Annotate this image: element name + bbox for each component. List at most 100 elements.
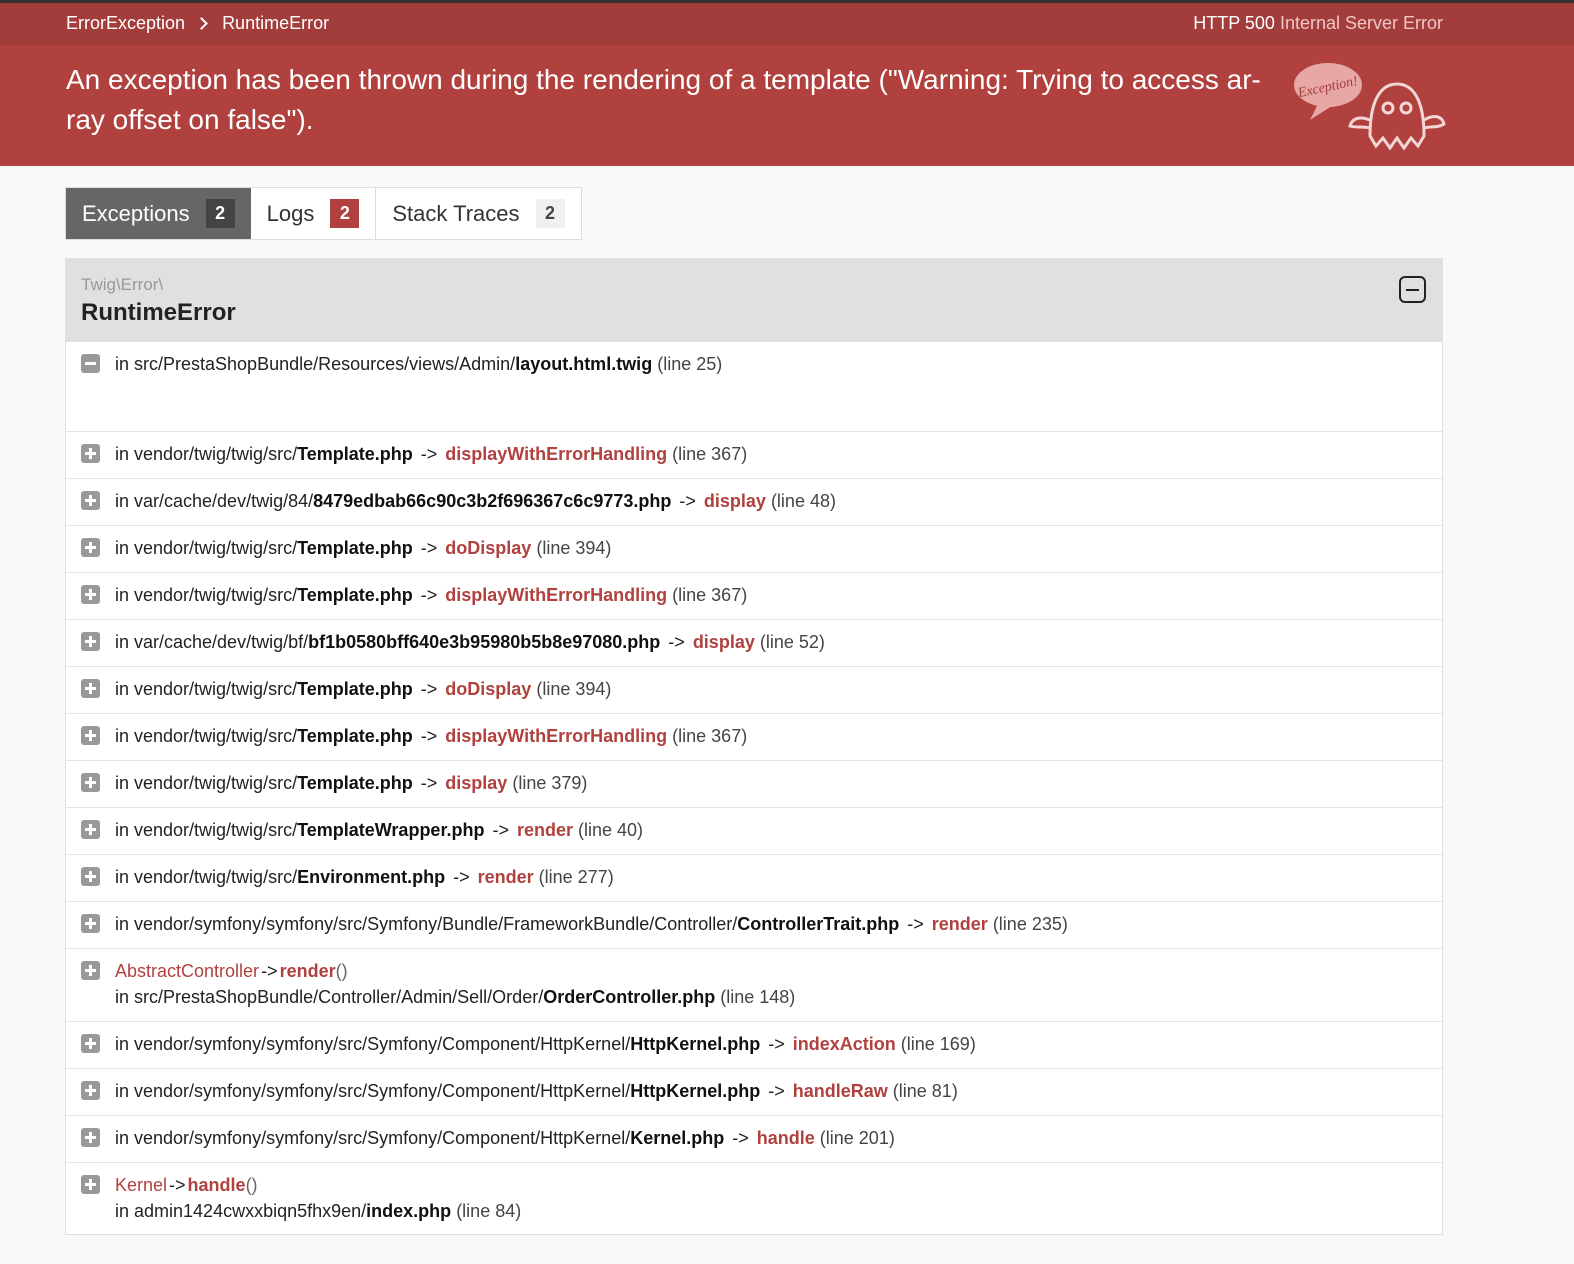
trace-parens: (): [245, 1175, 258, 1195]
tab-label: Logs: [266, 200, 315, 226]
error-header: ErrorException RuntimeError HTTP 500 Int…: [0, 3, 1574, 166]
expand-trace-icon[interactable]: [81, 444, 100, 463]
tab-logs[interactable]: Logs 2: [251, 188, 377, 239]
trace-row[interactable]: in vendor/twig/twig/src/Template.php -> do…: [66, 667, 1442, 714]
trace-row[interactable]: in vendor/symfony/symfony/src/Symfony/Co…: [66, 1116, 1442, 1163]
trace-row[interactable]: in var/cache/dev/twig/84/8479edbab66c90c…: [66, 479, 1442, 526]
trace-location: in vendor/twig/twig/src/Template.php -> do…: [115, 538, 611, 559]
expand-trace-icon[interactable]: [81, 726, 100, 745]
trace-row[interactable]: in vendor/twig/twig/src/Template.php -> di…: [66, 714, 1442, 761]
trace-row[interactable]: in src/PrestaShopBundle/Resources/views/…: [66, 342, 1442, 432]
header-bar: ErrorException RuntimeError HTTP 500 Int…: [0, 3, 1574, 45]
trace-line-number: (line 367): [672, 444, 748, 464]
trace-call: AbstractController -> render(): [115, 961, 348, 982]
exception-message-line: ray offset on false").: [66, 104, 314, 135]
trace-file: index.php: [366, 1201, 452, 1221]
exception-namespace: Twig\Error\: [81, 275, 164, 294]
trace-location: in vendor/twig/twig/src/Template.php -> di…: [115, 585, 747, 606]
expand-trace-icon[interactable]: [81, 632, 100, 651]
trace-file: HttpKernel.php: [630, 1034, 761, 1054]
trace-path: in var/cache/dev/twig/84/: [115, 491, 314, 511]
expand-trace-icon[interactable]: [81, 867, 100, 886]
tab-label: Stack Traces: [392, 200, 520, 226]
expand-trace-icon[interactable]: [81, 820, 100, 839]
trace-location: in vendor/symfony/symfony/src/Symfony/Co…: [115, 1081, 958, 1102]
tab-stack-traces[interactable]: Stack Traces 2: [376, 188, 580, 239]
breadcrumb: ErrorException RuntimeError: [66, 13, 329, 34]
trace-line-number: (line 148): [720, 987, 796, 1007]
trace-line-number: (line 25): [657, 354, 723, 374]
trace-arrow: ->: [420, 726, 438, 746]
breadcrumb-item-errorexception[interactable]: ErrorException: [66, 13, 185, 34]
trace-path: in vendor/twig/twig/src/: [115, 867, 298, 887]
trace-file: Kernel.php: [630, 1128, 725, 1148]
trace-location: in src/PrestaShopBundle/Controller/Admin…: [115, 987, 795, 1008]
trace-parens: (): [335, 961, 348, 981]
trace-path: in vendor/twig/twig/src/: [115, 444, 298, 464]
trace-location: in vendor/twig/twig/src/Template.php -> di…: [115, 444, 747, 465]
trace-function: display: [703, 491, 766, 511]
trace-path: in vendor/twig/twig/src/: [115, 585, 298, 605]
trace-function: render: [931, 914, 988, 934]
trace-file: Template.php: [297, 444, 413, 464]
expand-trace-icon[interactable]: [81, 679, 100, 698]
expand-trace-icon[interactable]: [81, 773, 100, 792]
ghost-exception-icon: Exception!: [1294, 63, 1446, 151]
trace-file: TemplateWrapper.php: [297, 820, 485, 840]
trace-row[interactable]: in vendor/symfony/symfony/src/Symfony/Co…: [66, 1069, 1442, 1116]
trace-file: Template.php: [297, 679, 413, 699]
trace-location: in src/PrestaShopBundle/Resources/views/…: [115, 354, 722, 375]
exception-message: An exception has been thrown during the …: [66, 60, 1281, 140]
trace-row[interactable]: AbstractController -> render() in src/Prest…: [66, 949, 1442, 1022]
trace-row[interactable]: in vendor/twig/twig/src/Template.php -> di…: [66, 432, 1442, 479]
expand-trace-icon[interactable]: [81, 1034, 100, 1053]
exception-message-line: An exception has been thrown during the …: [66, 64, 1261, 95]
trace-line-number: (line 84): [456, 1201, 522, 1221]
trace-arrow: ->: [261, 961, 278, 981]
expand-trace-icon[interactable]: [81, 961, 100, 980]
trace-row[interactable]: in vendor/twig/twig/src/Template.php -> di…: [66, 761, 1442, 808]
expand-trace-icon[interactable]: [81, 538, 100, 557]
trace-row[interactable]: in vendor/twig/twig/src/TemplateWrapper.…: [66, 808, 1442, 855]
trace-row[interactable]: in vendor/twig/twig/src/Template.php -> di…: [66, 573, 1442, 620]
http-status: HTTP 500 Internal Server Error: [1193, 13, 1443, 34]
trace-location: in var/cache/dev/twig/84/8479edbab66c90c…: [115, 491, 836, 512]
expand-trace-icon[interactable]: [81, 491, 100, 510]
trace-path: in vendor/symfony/symfony/src/Symfony/Co…: [115, 1128, 631, 1148]
trace-line-number: (line 367): [672, 585, 748, 605]
trace-row[interactable]: in vendor/symfony/symfony/src/Symfony/Bu…: [66, 902, 1442, 949]
collapse-icon[interactable]: [1399, 276, 1426, 303]
tab-exceptions[interactable]: Exceptions 2: [66, 188, 251, 239]
expand-trace-icon[interactable]: [81, 585, 100, 604]
trace-row[interactable]: in var/cache/dev/twig/bf/bf1b0580bff640e…: [66, 620, 1442, 667]
trace-file: Environment.php: [297, 867, 446, 887]
count-badge: 2: [535, 199, 565, 228]
trace-location: in vendor/twig/twig/src/Template.php -> do…: [115, 679, 611, 700]
trace-row[interactable]: Kernel -> handle() in admin1424cwxxbiqn5fhx…: [66, 1163, 1442, 1235]
trace-row[interactable]: in vendor/twig/twig/src/Template.php -> do…: [66, 526, 1442, 573]
trace-function: render: [516, 820, 573, 840]
trace-function: doDisplay: [445, 538, 532, 558]
trace-class: AbstractController: [115, 961, 260, 981]
trace-function: displayWithErrorHandling: [445, 585, 668, 605]
trace-row[interactable]: in vendor/symfony/symfony/src/Symfony/Co…: [66, 1022, 1442, 1069]
collapse-trace-icon[interactable]: [81, 354, 100, 373]
trace-function: indexAction: [792, 1034, 896, 1054]
trace-arrow: ->: [169, 1175, 186, 1195]
tab-bar: Exceptions 2 Logs 2 Stack Traces 2: [65, 187, 582, 240]
exception-header: Twig\Error\ RuntimeError: [66, 259, 1442, 342]
expand-trace-icon[interactable]: [81, 1081, 100, 1100]
trace-line-number: (line 48): [770, 491, 836, 511]
expand-trace-icon[interactable]: [81, 1128, 100, 1147]
breadcrumb-item-runtimeerror[interactable]: RuntimeError: [222, 13, 329, 34]
expand-trace-icon[interactable]: [81, 1175, 100, 1194]
trace-path: in vendor/symfony/symfony/src/Symfony/Co…: [115, 1081, 631, 1101]
expand-trace-icon[interactable]: [81, 914, 100, 933]
trace-function: render: [477, 867, 534, 887]
trace-file: HttpKernel.php: [630, 1081, 761, 1101]
trace-row[interactable]: in vendor/twig/twig/src/Environment.php -…: [66, 855, 1442, 902]
trace-arrow: ->: [420, 538, 438, 558]
trace-function: handle: [187, 1175, 246, 1195]
trace-path: in src/PrestaShopBundle/Resources/views/…: [115, 354, 516, 374]
trace-line-number: (line 379): [512, 773, 588, 793]
